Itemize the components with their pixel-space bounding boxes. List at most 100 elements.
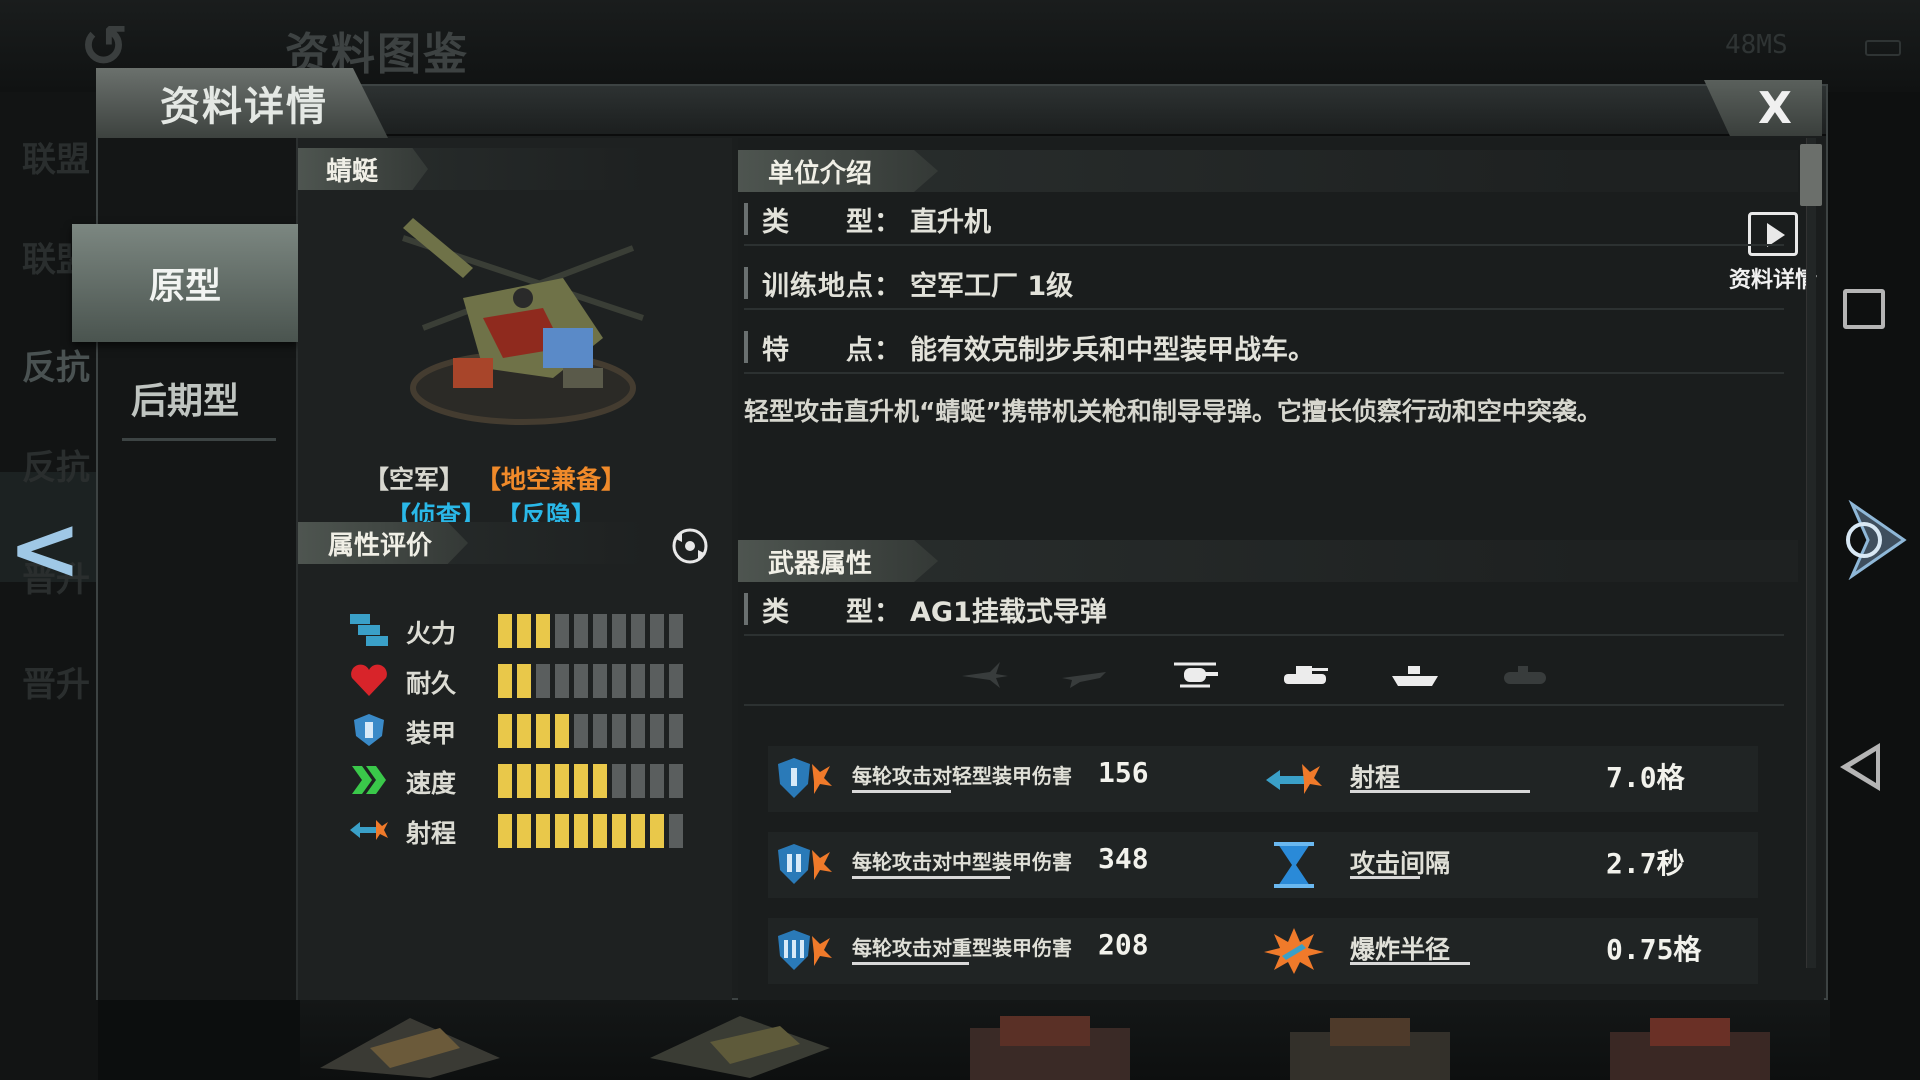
intro-row-type: 类 型： 直升机 [744, 194, 1784, 246]
stat-segment [650, 764, 664, 798]
stat-segment [593, 614, 607, 648]
damage-level-bar [852, 962, 969, 965]
damage-value: 208 [1098, 928, 1149, 961]
helicopter-target-icon [1174, 662, 1218, 688]
info-value: 能有效克制步兵和中型装甲战车。 [910, 334, 1315, 366]
stat-bar [498, 664, 683, 698]
ping-status: 48MS [1725, 30, 1788, 60]
unit-thumbnail[interactable] [640, 1008, 840, 1080]
tab-divider [122, 438, 276, 441]
attribute-label: 射程 [1350, 763, 1401, 792]
category-item[interactable]: 晋升 [22, 657, 90, 706]
info-key: 训练地点： [762, 270, 902, 302]
stat-segment [555, 714, 569, 748]
attribute-value: 2.7秒 [1606, 847, 1685, 880]
intro-row-feature: 特 点： 能有效克制步兵和中型装甲战车。 [744, 322, 1784, 374]
rating-title: 属性评价 [298, 522, 468, 564]
stat-segment [669, 664, 683, 698]
stat-segment [574, 814, 588, 848]
stat-segment [574, 714, 588, 748]
damage-label: 每轮攻击对重型装甲伤害 [852, 936, 1072, 960]
panel-title: 资料详情 [160, 84, 328, 130]
stat-row-armor: 装甲 [348, 708, 688, 752]
weapon-stat-row: 每轮攻击对轻型装甲伤害 156 射程 7.0格 [768, 746, 1758, 812]
attribute-level-bar [1350, 876, 1420, 879]
speed-chevron-icon [352, 766, 386, 794]
stat-segment [498, 714, 512, 748]
stat-segment [612, 664, 626, 698]
stat-label: 射程 [406, 819, 457, 848]
unit-thumbnail[interactable] [1270, 1008, 1470, 1080]
stat-segment [517, 764, 531, 798]
unit-thumbnail[interactable] [950, 1008, 1150, 1080]
stat-segment [517, 664, 531, 698]
armor-shield-icon [354, 714, 384, 746]
stat-segment [669, 814, 683, 848]
intro-title: 单位介绍 [738, 150, 938, 192]
system-back-icon-inner [1850, 751, 1876, 783]
stat-segment [650, 664, 664, 698]
stat-segment [631, 814, 645, 848]
weapon-stat-row: 每轮攻击对重型装甲伤害 208 爆炸半径 0.75格 [768, 918, 1758, 984]
plane-target-icon [1062, 672, 1106, 688]
heavy-armor-damage-icon [778, 930, 832, 970]
unit-thumbnail[interactable] [310, 1008, 510, 1080]
stat-segment [631, 664, 645, 698]
system-nav-bar [1830, 92, 1920, 1080]
stat-bar [498, 764, 683, 798]
stat-segment [650, 614, 664, 648]
stat-segment [631, 614, 645, 648]
stat-segment [517, 814, 531, 848]
stat-segment [669, 764, 683, 798]
info-column: 单位介绍 资料详情 类 型： 直升机 训练地点： 空军工厂 1级 特 点： 能有… [738, 138, 1824, 1000]
stat-segment [631, 764, 645, 798]
chevron-left-icon[interactable]: < [8, 505, 82, 593]
stat-segment [669, 714, 683, 748]
range-arrow-icon [350, 820, 388, 840]
damage-level-bar [852, 876, 1010, 879]
scrollbar-track[interactable] [1806, 138, 1816, 968]
unit-thumbnail[interactable] [1590, 1008, 1790, 1080]
stat-segment [536, 664, 550, 698]
stat-segment [574, 664, 588, 698]
stat-segment [498, 664, 512, 698]
category-item[interactable]: 联盟 [22, 132, 90, 181]
stat-segment [536, 714, 550, 748]
variant-tabs: 原型 后期型 [72, 138, 298, 1000]
firepower-icon [350, 614, 388, 646]
stat-segment [555, 814, 569, 848]
heart-icon [351, 664, 387, 696]
attribute-level-bar [1350, 790, 1530, 793]
stat-segment [517, 714, 531, 748]
info-key: 类 型： [762, 206, 902, 238]
stat-segment [536, 764, 550, 798]
stat-segment [593, 814, 607, 848]
stat-segment [536, 814, 550, 848]
intro-row-location: 训练地点： 空军工厂 1级 [744, 258, 1784, 310]
stat-segment [517, 614, 531, 648]
info-value: 直升机 [910, 206, 991, 238]
stat-segment [650, 714, 664, 748]
tab-prototype[interactable]: 原型 [72, 224, 298, 342]
rotate-view-icon[interactable] [668, 524, 712, 568]
unit-name: 蜻蜓 [298, 148, 428, 190]
submarine-target-icon [1504, 666, 1546, 684]
stat-segment [593, 664, 607, 698]
scrollbar-thumb[interactable] [1800, 144, 1822, 206]
explosion-radius-icon [1264, 928, 1324, 974]
chevron-right-icon[interactable] [1838, 500, 1908, 580]
detail-panel: 资料详情 X 原型 后期型 蜻蜓 【空军】 【地空兼备】 【侦查】 【反隐】 属… [72, 68, 1828, 1000]
ship-target-icon [1392, 666, 1438, 686]
tab-later-model[interactable]: 后期型 [72, 348, 298, 448]
stat-segment [650, 814, 664, 848]
attribute-label: 爆炸半径 [1350, 935, 1451, 964]
stat-segment [593, 714, 607, 748]
info-value: AG1挂载式导弹 [910, 596, 1107, 628]
unit-description: 轻型攻击直升机“蜻蜓”携带机关枪和制导导弹。它擅长侦察行动和空中突袭。 [744, 397, 1602, 426]
stat-segment [555, 764, 569, 798]
recent-apps-icon[interactable] [1843, 289, 1885, 329]
stat-segment [612, 714, 626, 748]
jet-fighter-target-icon [962, 662, 1008, 688]
stat-row-speed: 速度 [348, 758, 688, 802]
stat-label: 速度 [406, 769, 457, 798]
